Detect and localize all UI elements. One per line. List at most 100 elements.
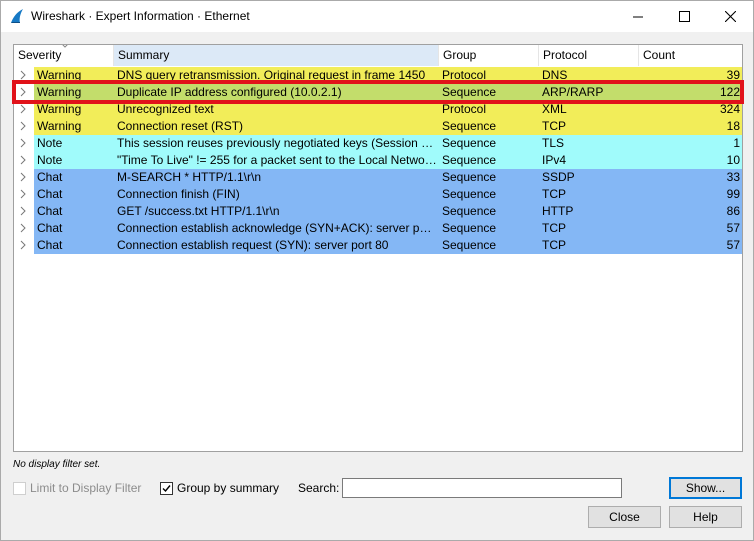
summary-cell: GET /success.txt HTTP/1.1\r\n (117, 204, 280, 218)
group-cell: Sequence (442, 170, 497, 184)
minimize-icon (633, 16, 643, 17)
protocol-cell: IPv4 (542, 153, 567, 167)
summary-cell: M-SEARCH * HTTP/1.1\r\n (117, 170, 262, 184)
group-cell: Sequence (442, 85, 497, 99)
group-cell: Sequence (442, 119, 497, 133)
table-row[interactable]: Note "Time To Live" != 255 for a packet s… (14, 152, 742, 169)
expand-chevron-icon[interactable] (18, 138, 28, 148)
protocol-cell: SSDP (542, 170, 575, 184)
protocol-cell: TCP (542, 187, 566, 201)
expand-chevron-icon[interactable] (18, 206, 28, 216)
column-header-severity[interactable]: Severity (14, 45, 114, 66)
group-cell: Sequence (442, 153, 497, 167)
count-cell: 86 (726, 204, 740, 218)
count-cell: 1 (733, 136, 740, 150)
checkmark-icon (162, 485, 171, 493)
table-row[interactable]: Note This session reuses previously negot… (14, 135, 742, 152)
limit-to-display-filter-checkbox[interactable] (13, 482, 26, 495)
protocol-cell: XML (542, 102, 567, 116)
count-cell: 39 (726, 68, 740, 82)
window-title: Wireshark · Expert Information · Etherne… (31, 9, 250, 23)
maximize-icon (678, 11, 690, 22)
protocol-cell: TCP (542, 221, 566, 235)
help-button[interactable]: Help (669, 506, 742, 528)
group-cell: Protocol (442, 102, 487, 116)
count-cell: 99 (726, 187, 740, 201)
column-header-group[interactable]: Group (439, 45, 539, 66)
column-header-label: Group (443, 48, 477, 62)
summary-cell: Duplicate IP address configured (10.0.2.… (117, 85, 342, 99)
severity-cell: Chat (37, 170, 63, 184)
expert-information-window: Wireshark · Expert Information · Etherne… (0, 0, 754, 541)
column-header-summary[interactable]: Summary (114, 45, 439, 66)
expert-info-tree[interactable]: Severity Summary Group Protocol Count Wa… (13, 44, 743, 452)
title-bar[interactable]: Wireshark · Expert Information · Etherne… (1, 1, 753, 32)
close-button[interactable]: Close (588, 506, 661, 528)
expand-chevron-icon[interactable] (18, 87, 28, 97)
group-by-summary-label: Group by summary (177, 481, 280, 495)
protocol-cell: TCP (542, 238, 566, 252)
search-input[interactable] (342, 478, 622, 498)
summary-cell: Unrecognized text (117, 102, 214, 116)
show-button[interactable]: Show... (669, 477, 742, 499)
sort-indicator-icon (62, 45, 68, 48)
summary-cell: Connection establish request (SYN): serv… (117, 238, 389, 252)
expand-chevron-icon[interactable] (18, 155, 28, 165)
protocol-cell: TCP (542, 119, 566, 133)
count-cell: 18 (726, 119, 740, 133)
expand-chevron-icon[interactable] (18, 104, 28, 114)
count-cell: 57 (726, 221, 740, 235)
limit-to-display-filter-label: Limit to Display Filter (30, 481, 142, 495)
table-row[interactable]: Chat M-SEARCH * HTTP/1.1\r\n Sequence SSDP 3… (14, 169, 742, 186)
table-row[interactable]: Chat Connection establish acknowledge (SY… (14, 220, 742, 237)
severity-cell: Warning (37, 68, 82, 82)
summary-cell: "Time To Live" != 255 for a packet sent … (117, 153, 437, 167)
expand-chevron-icon[interactable] (18, 240, 28, 250)
summary-cell: Connection finish (FIN) (117, 187, 240, 201)
group-cell: Sequence (442, 187, 497, 201)
table-row[interactable]: Warning Duplicate IP address configured (… (14, 84, 742, 101)
summary-cell: Connection reset (RST) (117, 119, 244, 133)
protocol-cell: ARP/RARP (542, 85, 604, 99)
group-cell: Sequence (442, 238, 497, 252)
minimize-button[interactable] (615, 1, 661, 32)
table-row[interactable]: Chat GET /success.txt HTTP/1.1\r\n Sequenc… (14, 203, 742, 220)
summary-cell: Connection establish acknowledge (SYN+AC… (117, 221, 437, 235)
severity-cell: Chat (37, 221, 63, 235)
expand-chevron-icon[interactable] (18, 70, 28, 80)
table-header: Severity Summary Group Protocol Count (14, 45, 742, 66)
close-window-button[interactable] (707, 1, 753, 32)
count-cell: 324 (719, 102, 740, 116)
severity-cell: Warning (37, 102, 82, 116)
column-header-label: Severity (18, 48, 62, 62)
group-by-summary-checkbox[interactable] (160, 482, 173, 495)
wireshark-fin-icon (11, 9, 23, 23)
filter-status-note: No display filter set. (13, 459, 101, 470)
expand-chevron-icon[interactable] (18, 121, 28, 131)
severity-cell: Note (37, 136, 63, 150)
table-row[interactable]: Chat Connection establish request (SYN): … (14, 237, 742, 254)
protocol-cell: HTTP (542, 204, 574, 218)
maximize-button[interactable] (661, 1, 707, 32)
group-cell: Sequence (442, 204, 497, 218)
severity-cell: Warning (37, 119, 82, 133)
column-header-count[interactable]: Count (639, 45, 742, 66)
count-cell: 33 (726, 170, 740, 184)
table-row[interactable]: Chat Connection finish (FIN) Sequence TCP 99 (14, 186, 742, 203)
table-row[interactable]: Warning Unrecognized text Protocol XML 324 (14, 101, 742, 118)
column-header-label: Count (643, 48, 676, 62)
expand-chevron-icon[interactable] (18, 189, 28, 199)
group-cell: Sequence (442, 136, 497, 150)
expand-chevron-icon[interactable] (18, 223, 28, 233)
summary-cell: This session reuses previously negotiate… (117, 136, 437, 150)
table-row[interactable]: Warning DNS query retransmission. Origina… (14, 67, 742, 84)
column-header-label: Summary (118, 48, 170, 62)
column-header-protocol[interactable]: Protocol (539, 45, 639, 66)
severity-cell: Warning (37, 85, 82, 99)
expand-chevron-icon[interactable] (18, 172, 28, 182)
count-cell: 122 (719, 85, 740, 99)
group-cell: Sequence (442, 221, 497, 235)
severity-cell: Note (37, 153, 63, 167)
count-cell: 57 (726, 238, 740, 252)
table-row[interactable]: Warning Connection reset (RST) Sequence TCP… (14, 118, 742, 135)
